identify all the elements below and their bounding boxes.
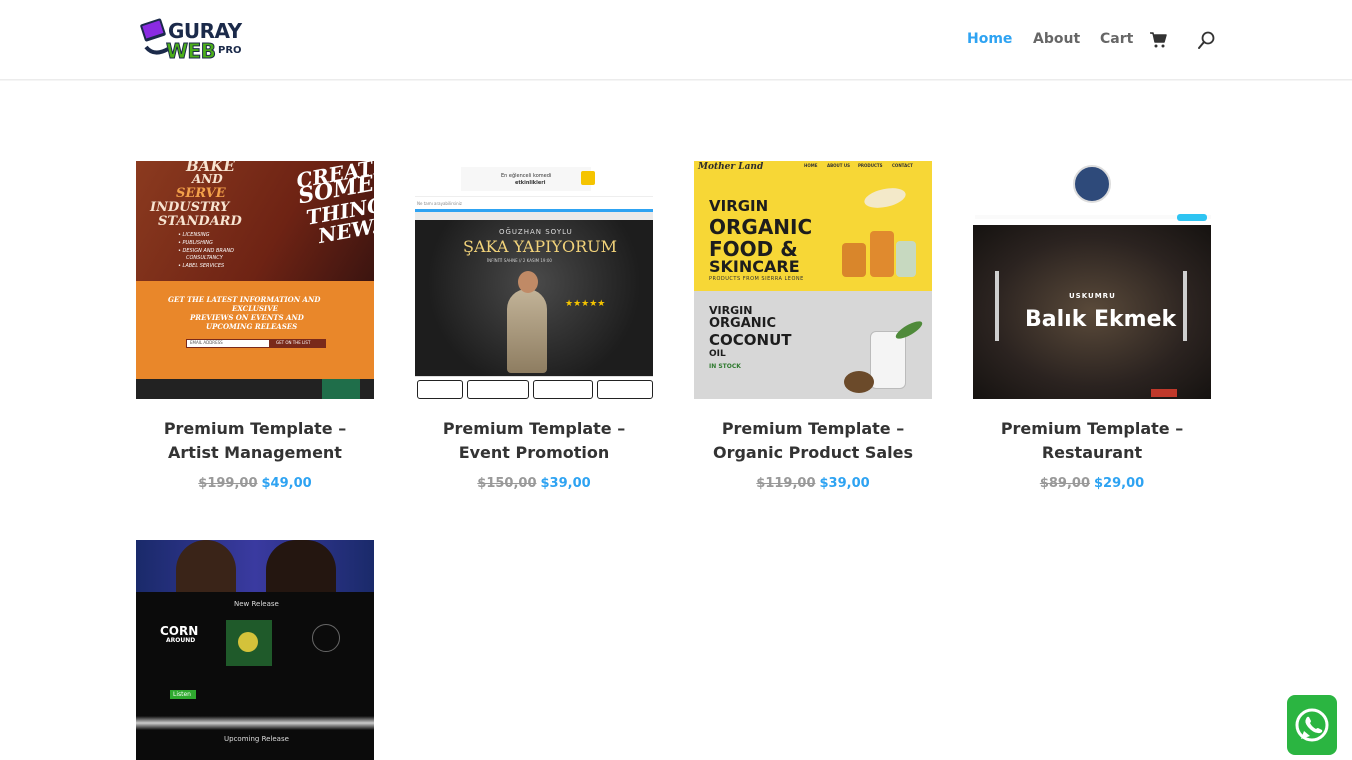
thumb-text: INDUSTRY bbox=[150, 200, 230, 215]
thumb-text: OIL bbox=[709, 349, 726, 359]
thumb-text: • PUBLISHING bbox=[178, 240, 213, 246]
thumb-text: ORGANIC bbox=[709, 316, 777, 331]
product-card-restaurant[interactable]: USKUMRU Balık Ekmek Premium Template – R… bbox=[973, 161, 1211, 494]
thumb-text: Listen bbox=[173, 691, 191, 698]
thumb-text: HOME bbox=[804, 163, 818, 168]
thumb-text: • DESIGN AND BRAND bbox=[178, 248, 234, 254]
thumb-text: Ne tamı arayabilirsiniz bbox=[417, 201, 462, 206]
thumb-text: OĞUZHAN SOYLU bbox=[499, 228, 573, 236]
product-card-music-release[interactable]: New Release CORN AROUND Listen Upcoming … bbox=[136, 540, 374, 760]
thumb-text: AND bbox=[192, 172, 223, 186]
thumb-text: EMAIL ADDRESS bbox=[190, 340, 223, 345]
thumb-text: AROUND bbox=[166, 637, 196, 644]
nav-cart[interactable]: Cart bbox=[1100, 31, 1133, 47]
product-card-artist-management[interactable]: BAKE AND SERVE INDUSTRY STANDARD • LICEN… bbox=[136, 161, 374, 494]
thumb-text: En eğlenceli komedi bbox=[501, 173, 552, 179]
whatsapp-icon[interactable] bbox=[1287, 695, 1337, 755]
nav-about[interactable]: About bbox=[1033, 31, 1080, 47]
thumb-text: IN STOCK bbox=[709, 363, 741, 370]
old-price: $199,00 bbox=[198, 476, 258, 491]
thumb-text: PREVIEWS ON EVENTS AND bbox=[190, 313, 304, 322]
thumb-text: ABOUT US bbox=[827, 163, 851, 168]
sale-price: $39,00 bbox=[819, 476, 870, 491]
thumb-text: GET THE LATEST INFORMATION AND bbox=[168, 295, 321, 304]
old-price: $89,00 bbox=[1039, 476, 1090, 491]
sale-price: $29,00 bbox=[1094, 476, 1145, 491]
thumb-text: COCONUT bbox=[709, 331, 792, 349]
thumb-text: İNFİNİTİ SAHNE // 2 KASIM 19:00 bbox=[487, 258, 552, 263]
product-title[interactable]: Premium Template – Artist Management bbox=[136, 417, 374, 465]
thumb-text: USKUMRU bbox=[1069, 292, 1116, 300]
product-price: $150,00 $39,00 bbox=[415, 474, 653, 494]
product-thumbnail[interactable]: BAKE AND SERVE INDUSTRY STANDARD • LICEN… bbox=[136, 161, 374, 399]
old-price: $119,00 bbox=[756, 476, 816, 491]
thumb-text: Balık Ekmek bbox=[1025, 307, 1177, 332]
thumb-text: • LABEL SERVICES bbox=[178, 263, 225, 269]
product-price: $199,00 $49,00 bbox=[136, 474, 374, 494]
site-header: GURAY WEB PRO Home About Cart bbox=[0, 0, 1352, 80]
thumb-text: VIRGIN bbox=[709, 197, 769, 215]
logo-text-pro: PRO bbox=[218, 45, 242, 56]
product-title[interactable]: Premium Template – Organic Product Sales bbox=[694, 417, 932, 465]
thumb-text: CONSULTANCY bbox=[186, 255, 223, 261]
product-thumbnail[interactable]: En eğlenceli komedi etkinlikleri Ne tamı… bbox=[415, 161, 653, 399]
cart-icon[interactable] bbox=[1149, 31, 1167, 49]
thumb-text: New Release bbox=[234, 600, 279, 608]
thumb-text: CONTACT bbox=[892, 163, 913, 168]
sale-price: $39,00 bbox=[540, 476, 591, 491]
product-thumbnail[interactable]: New Release CORN AROUND Listen Upcoming … bbox=[136, 540, 374, 760]
thumb-text: Mother Land bbox=[698, 162, 764, 172]
product-title[interactable]: Premium Template – Event Promotion bbox=[415, 417, 653, 465]
sale-price: $49,00 bbox=[261, 476, 312, 491]
thumb-text: PRODUCTS bbox=[858, 163, 883, 168]
thumb-text: STANDARD bbox=[158, 214, 242, 229]
thumb-text: ORGANIC bbox=[709, 215, 813, 239]
thumb-text: UPCOMING RELEASES bbox=[206, 322, 298, 331]
thumb-text: ŞAKA YAPIYORUM bbox=[463, 237, 618, 256]
thumb-text: PRODUCTS FROM SIERRA LEONE bbox=[709, 276, 804, 282]
thumb-text: GET ON THE LIST bbox=[276, 340, 311, 345]
thumb-text: etkinlikleri bbox=[515, 180, 546, 186]
product-card-organic-product-sales[interactable]: Mother Land HOME ABOUT US PRODUCTS CONTA… bbox=[694, 161, 932, 494]
thumb-text: CORN bbox=[160, 624, 199, 638]
thumb-text: EXCLUSIVE bbox=[232, 304, 278, 313]
product-price: $119,00 $39,00 bbox=[694, 474, 932, 494]
old-price: $150,00 bbox=[477, 476, 537, 491]
product-title[interactable]: Premium Template – Restaurant bbox=[973, 417, 1211, 465]
thumb-text: SERVE bbox=[176, 186, 226, 201]
site-logo[interactable]: GURAY WEB PRO bbox=[140, 17, 244, 64]
nav-home[interactable]: Home bbox=[967, 31, 1012, 47]
product-thumbnail[interactable]: USKUMRU Balık Ekmek bbox=[973, 161, 1211, 399]
logo-text-bottom: WEB bbox=[165, 39, 216, 64]
product-thumbnail[interactable]: Mother Land HOME ABOUT US PRODUCTS CONTA… bbox=[694, 161, 932, 399]
thumb-text: SKINCARE bbox=[709, 257, 800, 276]
thumb-text: Upcoming Release bbox=[224, 735, 289, 743]
product-price: $89,00 $29,00 bbox=[973, 474, 1211, 494]
thumb-text: • LICENSING bbox=[178, 232, 210, 238]
thumb-text: ★★★★★ bbox=[565, 299, 606, 309]
search-icon[interactable] bbox=[1197, 31, 1216, 50]
product-card-event-promotion[interactable]: En eğlenceli komedi etkinlikleri Ne tamı… bbox=[415, 161, 653, 494]
